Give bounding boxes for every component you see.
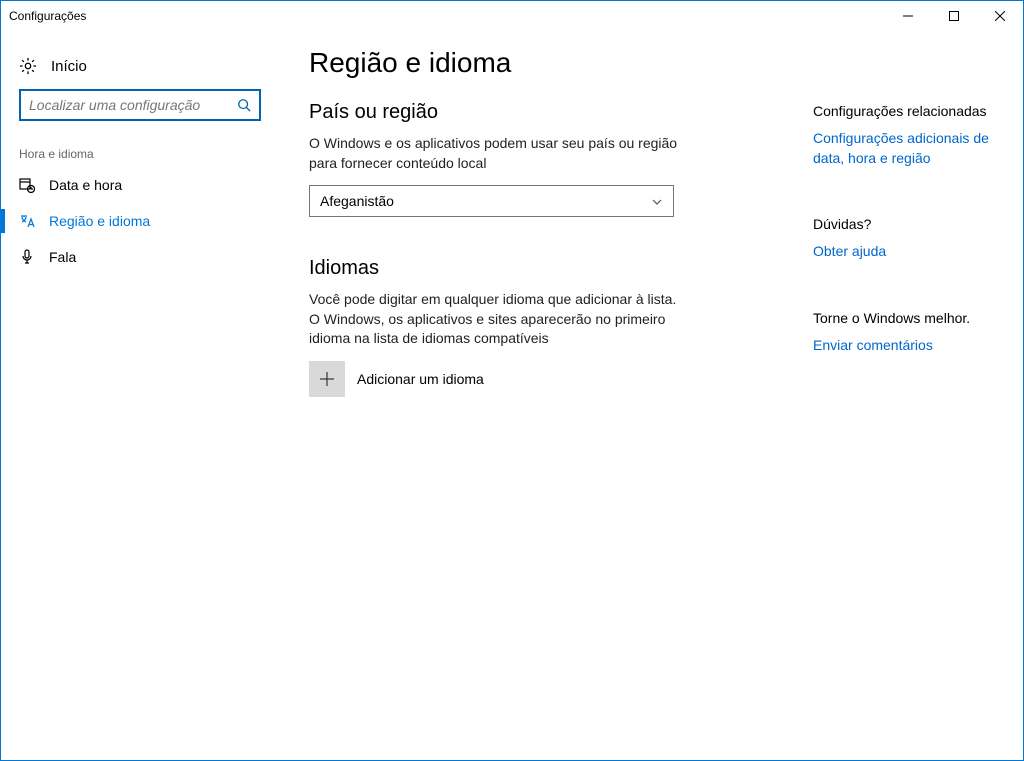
sidebar-item-label: Fala — [49, 249, 76, 265]
page-title: Região e idioma — [309, 47, 843, 79]
country-heading: País ou região — [309, 101, 843, 124]
sidebar-item-region-language[interactable]: Região e idioma — [1, 203, 279, 239]
minimize-button[interactable] — [885, 1, 931, 31]
main-panel: Região e idioma País ou região O Windows… — [279, 31, 1023, 760]
plus-icon — [309, 361, 345, 397]
related-link[interactable]: Configurações adicionais de data, hora e… — [813, 129, 1003, 168]
right-rail: Configurações relacionadas Configurações… — [813, 103, 1003, 355]
country-description: O Windows e os aplicativos podem usar se… — [309, 134, 679, 173]
sidebar-item-label: Data e hora — [49, 177, 122, 193]
microphone-icon — [19, 249, 35, 265]
home-button[interactable]: Início — [1, 51, 279, 89]
sidebar-item-date-time[interactable]: Data e hora — [1, 167, 279, 203]
window-controls — [885, 1, 1023, 31]
window-title: Configurações — [9, 9, 86, 23]
close-button[interactable] — [977, 1, 1023, 31]
help-link[interactable]: Obter ajuda — [813, 242, 1003, 262]
search-field[interactable] — [29, 97, 237, 113]
language-icon — [19, 213, 35, 229]
sidebar: Início Hora e idioma Data e hora — [1, 31, 279, 760]
search-input[interactable] — [19, 89, 261, 121]
country-dropdown[interactable]: Afeganistão — [309, 185, 674, 217]
related-heading: Configurações relacionadas — [813, 103, 1003, 119]
search-icon — [237, 98, 251, 112]
add-language-button[interactable]: Adicionar um idioma — [309, 361, 843, 397]
add-language-label: Adicionar um idioma — [357, 371, 484, 387]
maximize-button[interactable] — [931, 1, 977, 31]
sidebar-group-label: Hora e idioma — [1, 137, 279, 167]
feedback-heading: Torne o Windows melhor. — [813, 310, 1003, 326]
home-label: Início — [51, 58, 87, 75]
titlebar: Configurações — [1, 1, 1023, 31]
languages-description: Você pode digitar em qualquer idioma que… — [309, 290, 679, 349]
sidebar-item-speech[interactable]: Fala — [1, 239, 279, 275]
country-value: Afeganistão — [320, 193, 394, 209]
languages-heading: Idiomas — [309, 257, 843, 280]
gear-icon — [19, 57, 37, 75]
feedback-link[interactable]: Enviar comentários — [813, 336, 1003, 356]
sidebar-item-label: Região e idioma — [49, 213, 150, 229]
chevron-down-icon — [651, 195, 663, 207]
calendar-clock-icon — [19, 177, 35, 193]
help-heading: Dúvidas? — [813, 216, 1003, 232]
